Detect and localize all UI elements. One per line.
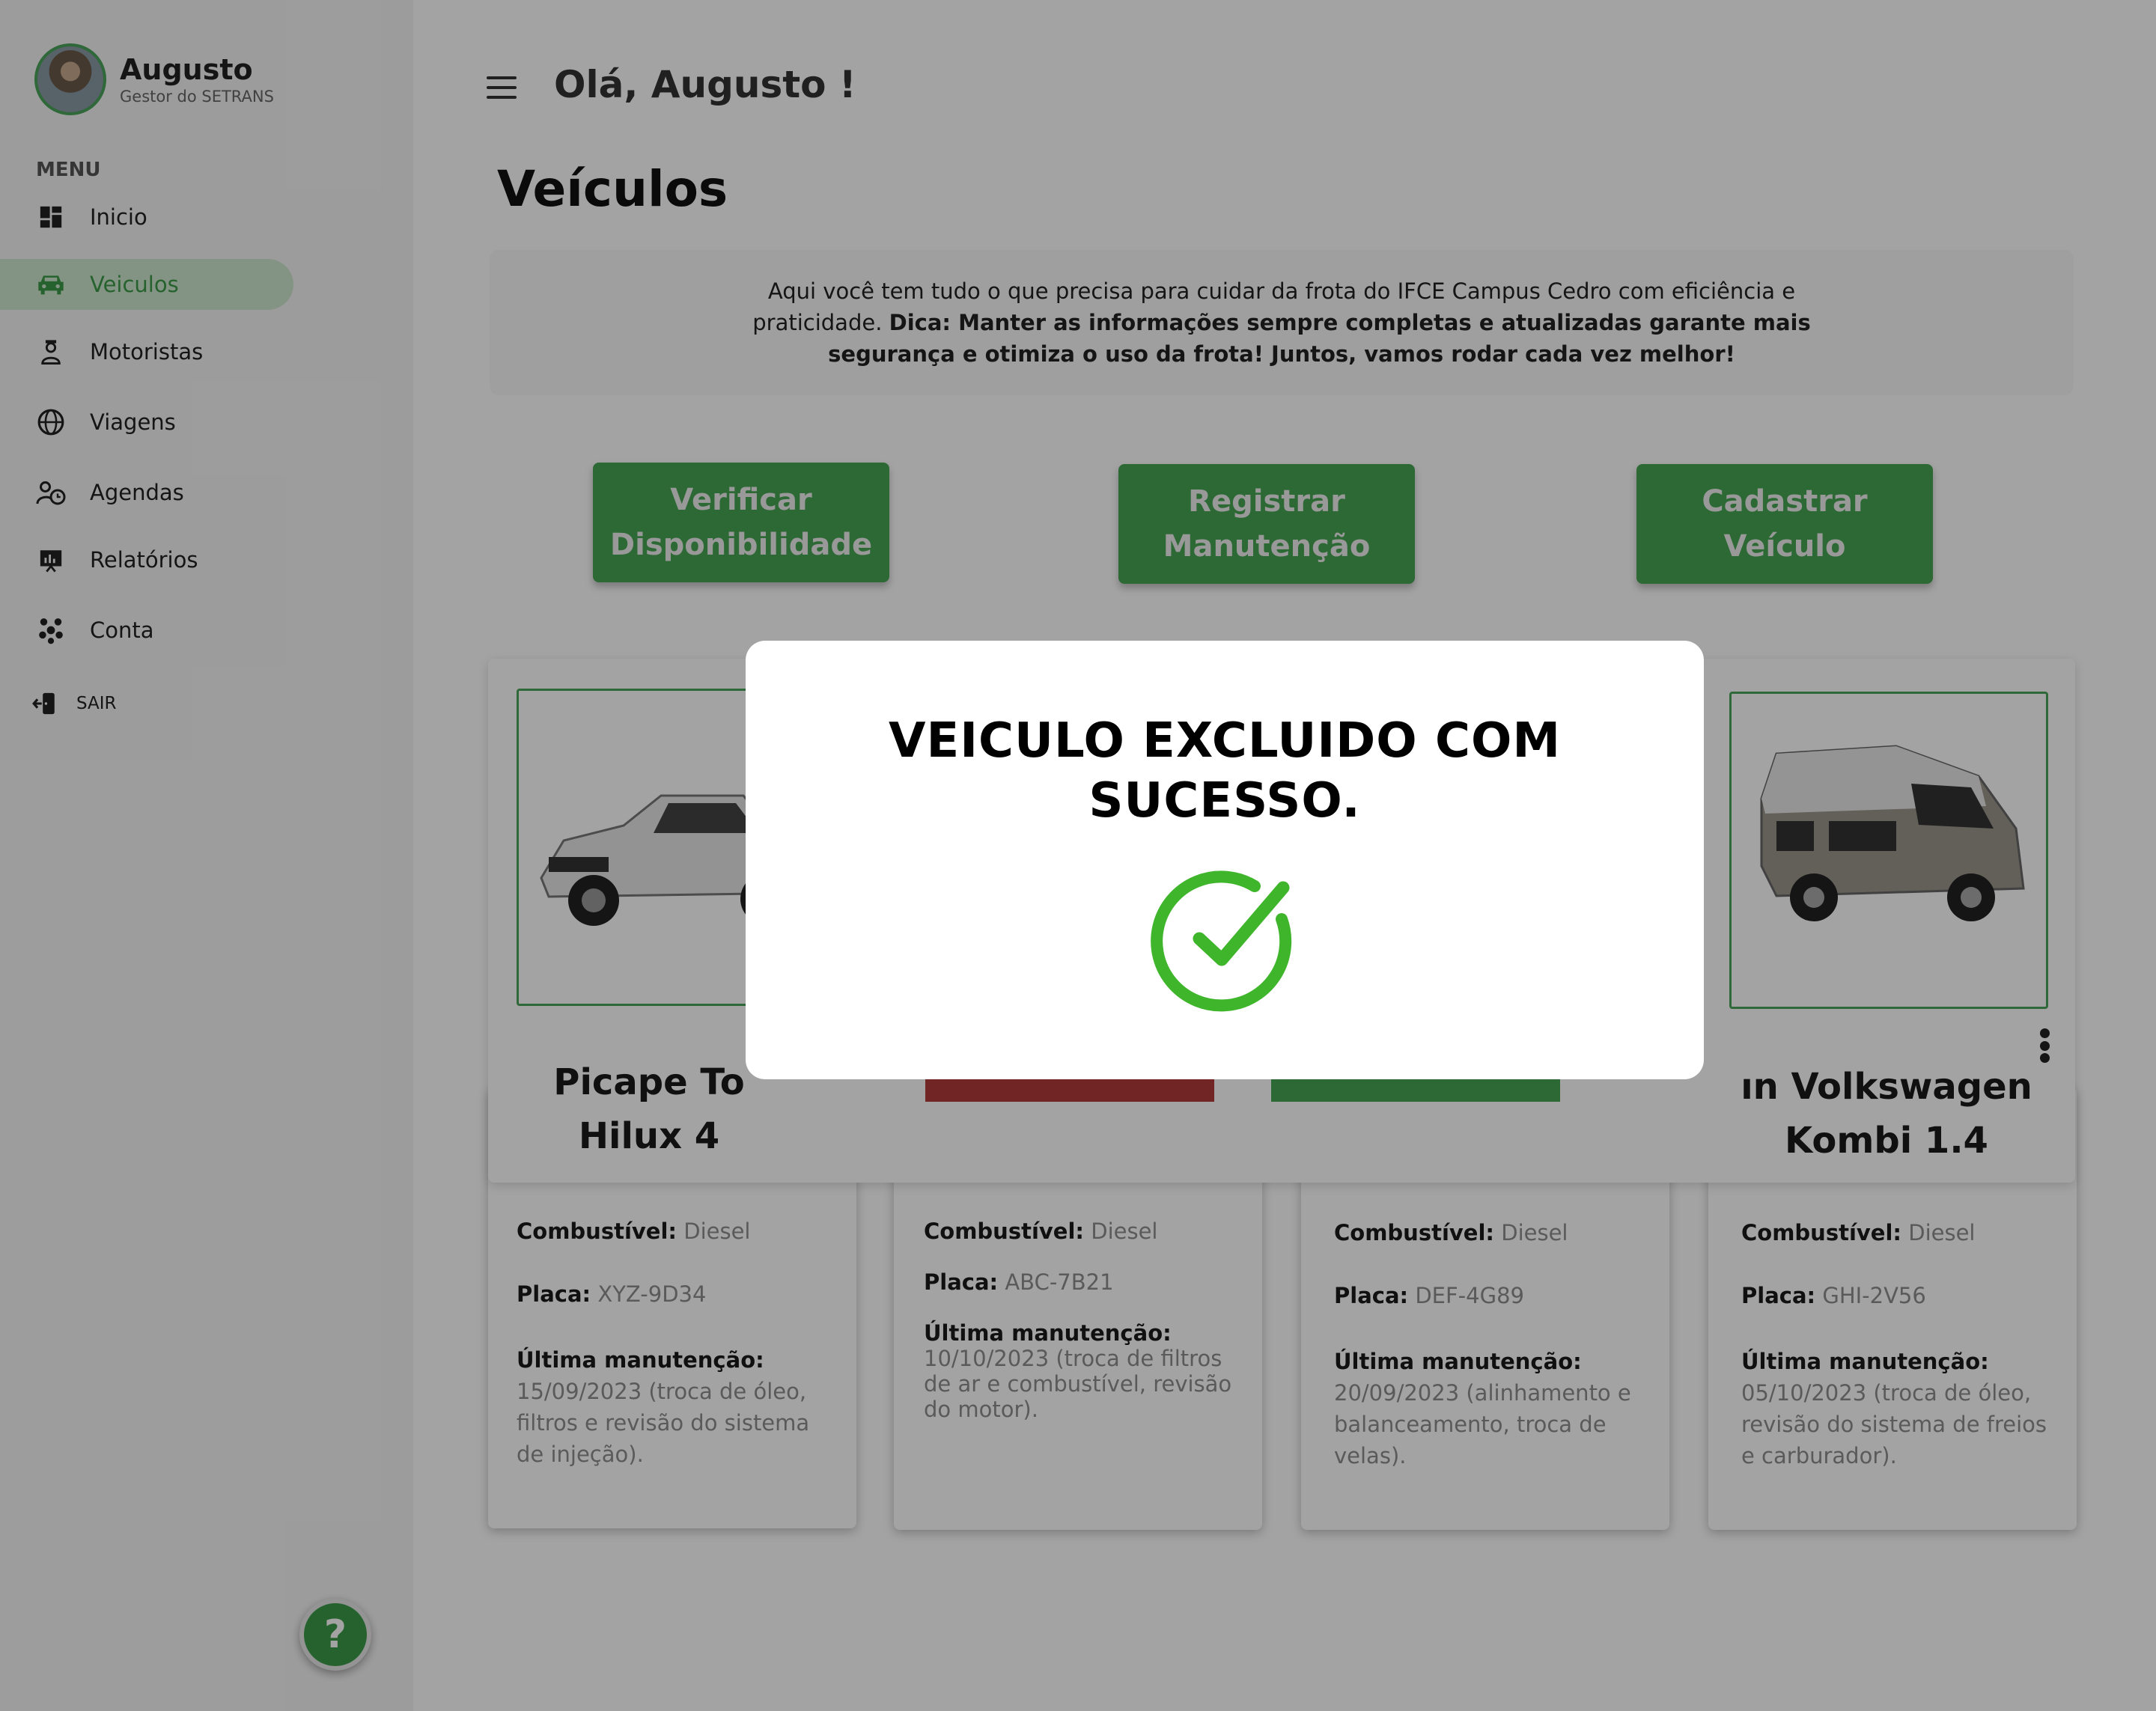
success-modal: VEICULO EXCLUIDO COM SUCESSO. xyxy=(746,641,1704,1079)
modal-message: VEICULO EXCLUIDO COM SUCESSO. xyxy=(888,713,1562,829)
check-circle-icon xyxy=(1150,865,1300,1015)
